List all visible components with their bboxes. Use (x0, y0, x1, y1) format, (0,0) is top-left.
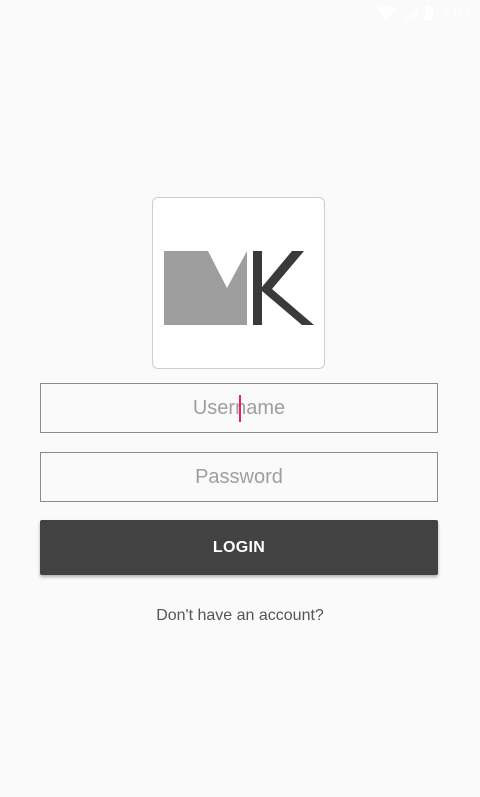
battery-icon (424, 5, 433, 20)
status-icons: 4:03 (376, 4, 470, 21)
text-cursor (239, 395, 241, 422)
status-time: 4:03 (440, 4, 470, 21)
cell-signal-icon (402, 5, 417, 20)
wifi-icon (376, 5, 395, 20)
password-input[interactable] (41, 453, 437, 501)
login-button[interactable]: LOGIN (40, 520, 438, 575)
mk-logo-icon (164, 251, 314, 325)
status-bar: 4:03 (0, 0, 480, 28)
username-field[interactable] (40, 383, 438, 433)
password-field[interactable] (40, 452, 438, 502)
app-logo (152, 197, 325, 369)
signup-link[interactable]: Don't have an account? (0, 607, 480, 625)
